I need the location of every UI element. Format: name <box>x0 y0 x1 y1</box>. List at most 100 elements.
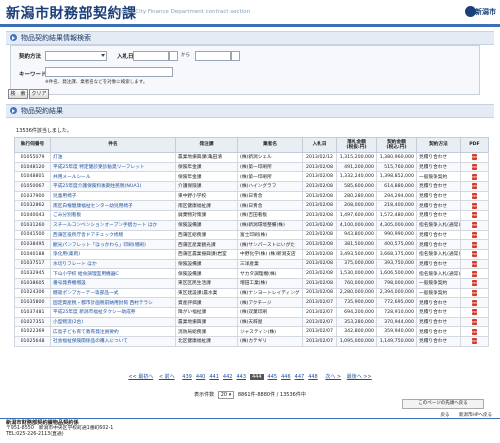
row-award-amount: 1,315,200,000 <box>336 152 377 163</box>
column-header: 落札金額 (税抜:円) <box>336 137 377 153</box>
table-row: 01037900 児童用椅子 東中野小学校 (株)日青舎 2013/02/08 280,2… <box>14 190 489 202</box>
row-pdf-cell: PDF <box>460 161 489 173</box>
row-subject-link[interactable]: 共用メールシール <box>50 171 176 183</box>
pdf-icon[interactable]: PDF <box>472 338 478 345</box>
row-subject-link[interactable]: 固定資産税・都市計画税前納用封筒 西村テラシ <box>50 297 176 308</box>
pdf-icon[interactable]: PDF <box>472 260 478 267</box>
pdf-icon[interactable]: PDF <box>472 251 478 258</box>
pager-prev-link[interactable]: < 前へ <box>159 373 175 380</box>
row-subject-link[interactable]: 観光パンフレット「ほっかわら」印刷(増刷) <box>50 239 176 250</box>
row-subject-link[interactable]: スチールコンベンションオープン手摺カート ほか <box>50 219 176 231</box>
pdf-icon[interactable]: PDF <box>472 241 478 248</box>
row-subject-link[interactable]: 広島子ども育て教育発注員要約 <box>50 326 176 338</box>
row-date: 2013/02/08 <box>302 248 337 260</box>
calendar-to-icon[interactable] <box>231 51 240 61</box>
row-contract-amount: 798,000,000 <box>376 277 417 289</box>
pdf-icon[interactable]: PDF <box>472 173 478 180</box>
pdf-icon[interactable]: PDF <box>472 154 478 161</box>
row-subject-link[interactable]: 社会福祉保険関係品の購入について <box>50 336 176 347</box>
pdf-icon[interactable]: PDF <box>472 193 478 200</box>
pager-page-link[interactable]: 442 <box>223 374 233 380</box>
row-subject-link[interactable]: 糖吸ポンプカーテー等部品一式 <box>50 287 176 299</box>
row-pdf-cell: PDF <box>460 297 489 308</box>
row-date: 2013/02/08 <box>302 287 337 299</box>
back-to-top-button[interactable]: このページの先頭へ戻る <box>402 399 484 409</box>
row-contract-amount: 515,760,000 <box>376 161 417 173</box>
row-department: 南区健康福祉課 <box>175 200 238 212</box>
city-logo-text[interactable]: 新潟市 <box>475 7 496 17</box>
search-button[interactable]: 検 索 <box>8 89 28 99</box>
column-header: 契約金額 (税込:円) <box>376 137 417 153</box>
date-from-input[interactable] <box>133 51 169 61</box>
row-subject-link[interactable]: 浄化用(薬剤) <box>50 248 176 260</box>
row-vendor: (株)日青舎 <box>237 200 303 212</box>
contract-method-select[interactable] <box>45 51 107 61</box>
pdf-icon[interactable]: PDF <box>472 231 478 238</box>
pdf-icon[interactable]: PDF <box>472 299 478 306</box>
pdf-icon[interactable]: PDF <box>472 212 478 219</box>
row-id: 01024306 <box>14 287 51 299</box>
pager-page-link[interactable]: 448 <box>308 374 318 380</box>
pager-page-link[interactable]: 440 <box>196 374 206 380</box>
keyword-input[interactable] <box>45 67 173 77</box>
row-contract-amount: 1,572,480,000 <box>376 210 417 221</box>
row-subject-link[interactable]: 南区白根健康福祉センター幼児用椅子 <box>50 200 176 212</box>
table-row: 01024306 糖吸ポンプカーテー等部品一式 東区建設課(農水業 (株)ナンヨートレ… <box>14 287 489 299</box>
row-vendor: (株)カテギリ <box>237 336 303 347</box>
pdf-icon[interactable]: PDF <box>472 328 478 335</box>
pdf-icon[interactable]: PDF <box>472 270 478 277</box>
pager-page-link[interactable]: 441 <box>209 374 219 380</box>
row-contract-amount: 728,910,000 <box>376 307 417 318</box>
row-vendor: (株)第一印刷所 <box>237 161 303 173</box>
row-subject-link[interactable]: 平成25年度 新潟市福祉タクシー助成券 <box>50 307 176 318</box>
row-subject-link[interactable]: 平成25年度 特定健診受診勧奨リーフレット <box>50 161 176 173</box>
calendar-from-icon[interactable] <box>169 51 178 61</box>
pager-last-link[interactable]: 最後へ >> <box>347 373 372 380</box>
pdf-icon[interactable]: PDF <box>472 183 478 190</box>
date-to-input[interactable] <box>195 51 231 61</box>
pdf-icon[interactable]: PDF <box>472 319 478 326</box>
row-subject-link[interactable]: 児童用椅子 <box>50 190 176 202</box>
row-subject-link[interactable]: 下山小学校 給食調理室用機器C <box>50 268 176 279</box>
row-subject-link[interactable]: 番号発券機増設 <box>50 277 176 289</box>
range-text: 8861件-8880件 / 13536件中 <box>237 392 306 398</box>
pager-page-list: 439 440 441 442 443 444 445 446 447 448 <box>180 374 319 380</box>
pdf-icon[interactable]: PDF <box>472 164 478 171</box>
per-page-control: 表示件数 20 ▾ 8861件-8880件 / 13536件中 <box>0 391 500 399</box>
pager-page-link[interactable]: 445 <box>268 374 278 380</box>
pager-page-link[interactable]: 446 <box>281 374 291 380</box>
row-method: 見積り合わせ <box>416 316 461 328</box>
row-award-amount: 208,000,000 <box>336 200 377 212</box>
per-page-value: 20 <box>220 392 228 398</box>
row-department: 資産評価課 <box>175 297 238 308</box>
pager-current-page: 444 <box>250 374 264 380</box>
pager-first-link[interactable]: << 最初へ <box>128 373 153 380</box>
row-subject-link[interactable]: 灯油 <box>50 152 176 163</box>
pdf-icon[interactable]: PDF <box>472 222 478 229</box>
table-row: 01027351 小型物流(2台) 農業地振興課 (株)天辞屋 2013/02/07 35… <box>14 316 489 328</box>
search-panel-title: 物品契約結果情報検索 <box>21 34 91 42</box>
row-subject-link[interactable]: 西蒲区役所庁舎ドアチェック修繕 <box>50 229 176 241</box>
row-method: 見積り合わせ <box>416 336 461 347</box>
row-id: 01032862 <box>14 200 51 212</box>
row-date: 2013/02/08 <box>302 219 337 231</box>
row-subject-link[interactable]: 平成25年度介護保険料後期住民税(NUA1) <box>50 181 176 192</box>
row-method: 指名競争入札(通常) <box>416 219 461 231</box>
pdf-icon[interactable]: PDF <box>472 289 478 296</box>
pager-page-link[interactable]: 443 <box>236 374 246 380</box>
per-page-select[interactable]: 20 ▾ <box>217 391 235 399</box>
pdf-icon[interactable]: PDF <box>472 280 478 287</box>
clear-button[interactable]: クリア <box>29 89 49 99</box>
pdf-icon[interactable]: PDF <box>472 309 478 316</box>
pdf-icon[interactable]: PDF <box>472 202 478 209</box>
pager-page-link[interactable]: 447 <box>295 374 305 380</box>
pager-page-link[interactable]: 439 <box>182 374 192 380</box>
row-method: 見積り合わせ <box>416 181 461 192</box>
table-row: 01038605 番号発券機増設 東区区民生活課 増田工業(株) 2013/02/08 7… <box>14 277 489 289</box>
row-subject-link[interactable]: 水切りフレート ほか <box>50 258 176 270</box>
pager-next-link[interactable]: 次へ > <box>325 373 341 380</box>
row-subject-link[interactable]: 小型物流(2台) <box>50 316 176 328</box>
row-subject-link[interactable]: ごみ分別看板 <box>50 210 176 221</box>
row-id: 01027351 <box>14 316 51 328</box>
row-department: 西蒲区農業振興課(岩室 <box>175 248 238 260</box>
